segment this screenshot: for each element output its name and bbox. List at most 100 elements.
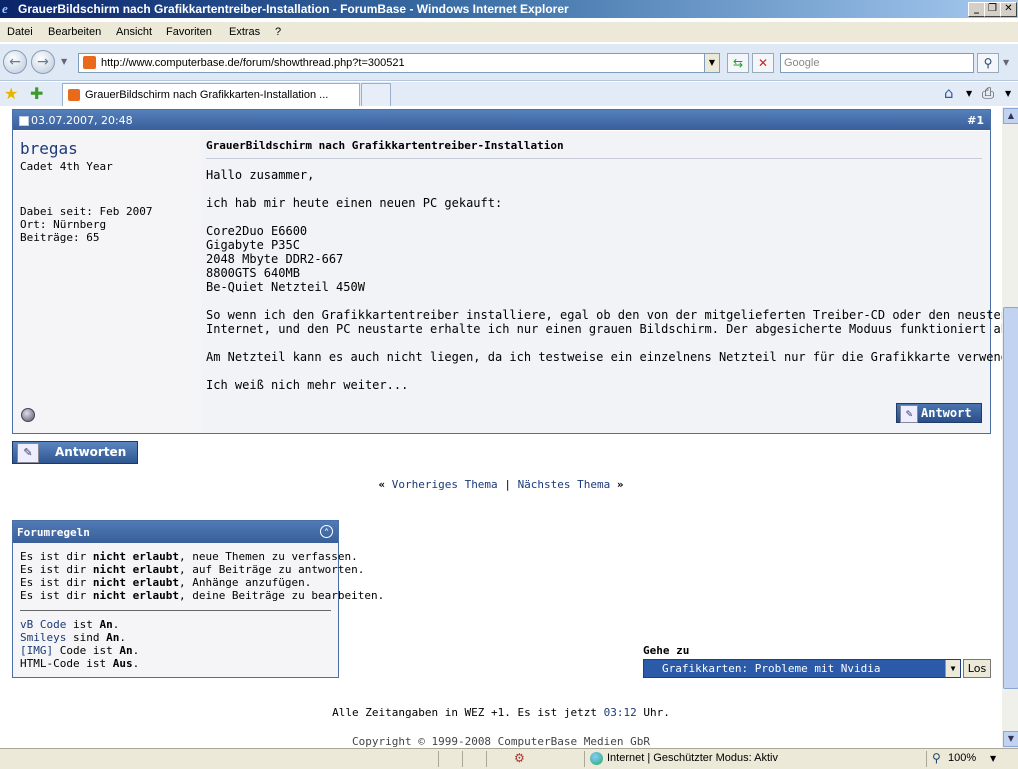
zoom-icon[interactable]: ⚲ <box>932 751 941 765</box>
refresh-icon[interactable]: ⇆ <box>727 53 749 73</box>
post-line: 2048 Mbyte DDR2-667 <box>206 252 344 266</box>
protected-mode-icon: ⚙ <box>514 751 525 765</box>
rule-line: Es ist dir nicht erlaubt, deine Beiträge… <box>20 589 384 602</box>
next-thread-link[interactable]: Nächstes Thema <box>518 478 611 491</box>
post-line: Hallo zusammer, <box>206 168 315 182</box>
menu-help[interactable]: ? <box>275 26 281 38</box>
navigation-bar: ← → ▼ http://www.computerbase.de/forum/s… <box>0 44 1018 81</box>
previous-thread-link[interactable]: Vorheriges Thema <box>392 478 498 491</box>
window-title: GrauerBildschirm nach Grafikkartentreibe… <box>18 2 569 16</box>
offline-status-icon <box>21 408 35 422</box>
menu-extras[interactable]: Extras <box>229 26 260 38</box>
title-divider <box>206 158 982 159</box>
code-setting: vB Code ist An. <box>20 618 119 631</box>
stop-icon[interactable]: ✕ <box>752 53 774 73</box>
collapse-icon[interactable]: ⌃ <box>320 525 333 538</box>
home-dropdown-icon[interactable]: ▼ <box>966 89 972 98</box>
setting-text: . <box>112 618 120 631</box>
user-info-panel: bregas Cadet 4th Year Dabei seit: Feb 20… <box>13 131 201 433</box>
vertical-scrollbar[interactable]: ▲ ▼ <box>1002 107 1018 748</box>
history-dropdown-icon[interactable]: ▼ <box>61 57 67 66</box>
setting-text: . <box>132 644 140 657</box>
post-line: Gigabyte P35C <box>206 238 300 252</box>
print-icon[interactable]: ⎙ <box>982 84 994 102</box>
back-icon[interactable]: ← <box>3 50 27 74</box>
setting-text: . <box>132 657 140 670</box>
post-line: Be-Quiet Netzteil 450W <box>206 280 365 294</box>
post-message: GrauerBildschirm nach Grafikkartentreibe… <box>201 131 1002 433</box>
tab-current[interactable]: GrauerBildschirm nach Grafikkarten-Insta… <box>62 83 360 106</box>
zoom-level[interactable]: 100% <box>948 752 976 764</box>
user-location: Ort: Nürnberg <box>20 218 107 231</box>
scroll-thumb[interactable] <box>1003 307 1018 689</box>
post-title: GrauerBildschirm nach Grafikkartentreibe… <box>206 139 564 152</box>
rule-text: , Anhänge anzufügen. <box>178 576 312 589</box>
home-icon[interactable]: ⌂ <box>944 84 954 102</box>
search-icon[interactable]: ⚲ <box>977 53 999 73</box>
favorites-star-icon[interactable]: ★ <box>4 84 18 103</box>
post-header: 03.07.2007, 20:48 #1 <box>13 110 990 130</box>
rule-text: , neue Themen zu verfassen. <box>178 550 358 563</box>
setting-value: An <box>99 618 113 631</box>
scroll-up-icon[interactable]: ▲ <box>1003 108 1018 124</box>
status-bar: ⚙ Internet | Geschützter Modus: Aktiv ⚲ … <box>0 748 1018 769</box>
search-placeholder: Google <box>784 57 820 69</box>
forward-icon[interactable]: → <box>31 50 55 74</box>
vb-code-link[interactable]: vB Code <box>20 618 66 631</box>
forum-jump-select[interactable]: Grafikkarten: Probleme mit Nvidia ▼ <box>643 659 961 678</box>
code-setting: Smileys sind An. <box>20 631 126 644</box>
post-date: 03.07.2007, 20:48 <box>31 114 133 127</box>
scroll-down-icon[interactable]: ▼ <box>1003 731 1018 747</box>
username-link[interactable]: bregas <box>20 139 78 158</box>
goto-label: Gehe zu <box>643 644 690 657</box>
menu-favoriten[interactable]: Favoriten <box>166 26 212 38</box>
internet-zone-icon <box>590 752 603 765</box>
post-line: Am Netzteil kann es auch nicht liegen, d… <box>206 350 1002 364</box>
new-reply-button[interactable]: ✎ Antworten <box>12 441 138 464</box>
rule-emphasis: nicht erlaubt <box>92 576 179 589</box>
code-setting: [IMG] Code ist An. <box>20 644 139 657</box>
post-icon <box>19 116 29 126</box>
menu-datei[interactable]: Datei <box>7 26 33 38</box>
page-content: 03.07.2007, 20:48 #1 bregas Cadet 4th Ye… <box>0 107 1002 748</box>
rule-line: Es ist dir nicht erlaubt, auf Beiträge z… <box>20 563 364 576</box>
address-dropdown-icon[interactable]: ▼ <box>704 54 719 72</box>
status-divider <box>486 751 487 767</box>
current-time: 03:12 <box>603 706 637 719</box>
pen-icon: ✎ <box>900 405 918 423</box>
zoom-dropdown-icon[interactable]: ▼ <box>990 754 996 763</box>
rules-divider <box>20 610 331 611</box>
menu-ansicht[interactable]: Ansicht <box>116 26 152 38</box>
add-favorite-icon[interactable]: ✚ <box>30 84 43 103</box>
setting-value: An <box>106 631 120 644</box>
rule-emphasis: nicht erlaubt <box>92 563 179 576</box>
search-options-icon[interactable]: ▼ <box>1003 58 1009 67</box>
goto-button[interactable]: Los <box>963 659 991 678</box>
pen-icon: ✎ <box>17 443 39 463</box>
reply-button[interactable]: ✎ Antwort <box>896 403 982 423</box>
img-code-link[interactable]: [IMG] <box>20 644 53 657</box>
tab-bar: ★ ✚ GrauerBildschirm nach Grafikkarten-I… <box>0 82 1018 106</box>
forum-jump-dropdown-icon[interactable]: ▼ <box>945 660 960 677</box>
nav-separator: | <box>504 478 511 491</box>
post-line: Ich weiß nich mehr weiter... <box>206 378 409 392</box>
new-reply-label: Antworten <box>55 445 127 459</box>
print-dropdown-icon[interactable]: ▼ <box>1005 89 1011 98</box>
setting-text: Code ist <box>53 644 120 657</box>
address-bar[interactable]: http://www.computerbase.de/forum/showthr… <box>78 53 720 73</box>
minimize-button[interactable]: _ <box>968 2 985 17</box>
rule-line: Es ist dir nicht erlaubt, neue Themen zu… <box>20 550 358 563</box>
rule-emphasis: nicht erlaubt <box>92 550 179 563</box>
new-tab-button[interactable] <box>361 83 391 106</box>
search-input[interactable]: Google <box>780 53 974 73</box>
user-post-count: Beiträge: 65 <box>20 231 100 244</box>
time-info: Alle Zeitangaben in WEZ +1. Es ist jetzt… <box>0 706 1002 719</box>
status-divider <box>926 751 927 767</box>
post-number-link[interactable]: #1 <box>967 114 984 127</box>
menu-bearbeiten[interactable]: Bearbeiten <box>48 26 101 38</box>
smileys-link[interactable]: Smileys <box>20 631 66 644</box>
maximize-button[interactable]: ❐ <box>984 2 1001 17</box>
copyright-text: Copyright © 1999-2008 ComputerBase Medie… <box>351 735 650 748</box>
close-button[interactable]: ✕ <box>1000 2 1017 17</box>
left-quote: « <box>378 478 386 491</box>
